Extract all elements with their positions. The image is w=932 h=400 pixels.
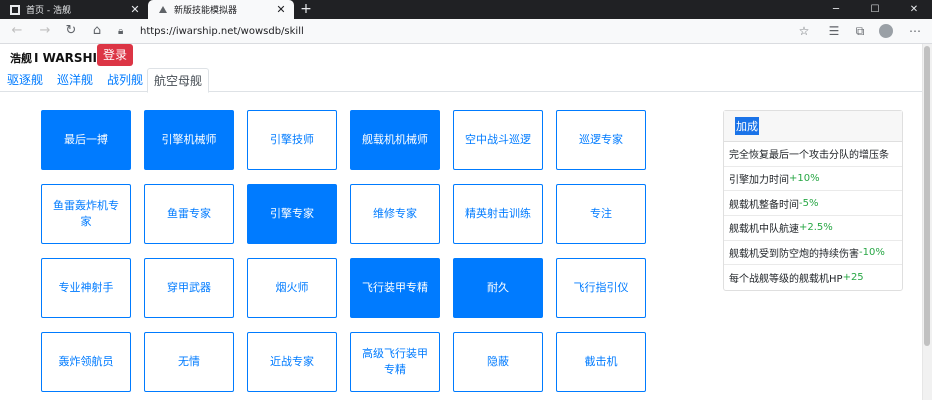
bonus-text: 每个战舰等级的舰载机HP bbox=[729, 274, 843, 286]
bonus-text: 舰载机整备时间 bbox=[729, 199, 799, 211]
site-favicon-icon bbox=[10, 4, 20, 15]
skill-button[interactable]: 高级飞行装甲专精 bbox=[350, 332, 440, 392]
bonus-text: 完全恢复最后一个攻击分队的增压条 bbox=[729, 150, 889, 162]
skill-button[interactable]: 鱼雷专家 bbox=[144, 184, 234, 244]
close-window-icon[interactable]: ✕ bbox=[900, 0, 928, 19]
favorite-star-icon[interactable]: ☆ bbox=[795, 22, 813, 40]
browser-tab-strip: 首页 - 浩舰 ✕ 新版技能模拟器 ✕ + ─ ☐ ✕ bbox=[0, 0, 932, 19]
reload-icon[interactable]: ↻ bbox=[62, 22, 80, 40]
minimize-icon[interactable]: ─ bbox=[822, 0, 850, 19]
login-button[interactable]: 登录 bbox=[97, 44, 133, 66]
skill-button[interactable]: 维修专家 bbox=[350, 184, 440, 244]
skill-button[interactable]: 引擎专家 bbox=[247, 184, 337, 244]
back-arrow-icon[interactable]: ← bbox=[8, 22, 26, 40]
skill-button[interactable]: 穿甲武器 bbox=[144, 258, 234, 318]
skill-button[interactable]: 飞行指引仪 bbox=[556, 258, 646, 318]
tab-destroyer[interactable]: 驱逐舰 bbox=[0, 68, 50, 92]
bonus-item: 舰载机整备时间 -5% bbox=[724, 191, 902, 217]
address-bar[interactable]: 🔒︎ https://iwarship.net/wowsdb/skill bbox=[112, 22, 820, 41]
browser-tab-title: 首页 - 浩舰 bbox=[26, 6, 71, 16]
bonus-item: 舰载机受到防空炮的持续伤害 -10% bbox=[724, 241, 902, 266]
home-icon[interactable]: ⌂ bbox=[88, 22, 106, 40]
bonus-item: 每个战舰等级的舰载机HP +25 bbox=[724, 265, 902, 290]
bonus-value: -5% bbox=[799, 197, 819, 209]
skill-button[interactable]: 轰炸领航员 bbox=[41, 332, 131, 392]
site-logo[interactable]: 浩舰 I WARSHIP bbox=[10, 50, 106, 66]
brand-mark: 浩舰 bbox=[10, 52, 32, 65]
skill-button[interactable]: 引擎技师 bbox=[247, 110, 337, 170]
skill-button[interactable]: 精英射击训练 bbox=[453, 184, 543, 244]
skill-button[interactable]: 引擎机械师 bbox=[144, 110, 234, 170]
lock-icon: 🔒︎ bbox=[118, 26, 124, 37]
bonus-text: 舰载机受到防空炮的持续伤害 bbox=[729, 249, 859, 261]
skill-button[interactable]: 无情 bbox=[144, 332, 234, 392]
skill-button[interactable]: 专注 bbox=[556, 184, 646, 244]
skill-button[interactable]: 飞行装甲专精 bbox=[350, 258, 440, 318]
favorites-list-icon[interactable]: ☰ bbox=[825, 22, 843, 40]
bonus-text: 引擎加力时间 bbox=[729, 175, 789, 187]
bonus-text: 舰载机中队航速 bbox=[729, 224, 799, 236]
bonus-value: +2.5% bbox=[799, 222, 833, 234]
tab-carrier[interactable]: 航空母舰 bbox=[147, 68, 209, 93]
skill-button[interactable]: 专业神射手 bbox=[41, 258, 131, 318]
browser-tab-title: 新版技能模拟器 bbox=[174, 6, 238, 16]
browser-tab-skill[interactable]: 新版技能模拟器 ✕ bbox=[148, 0, 294, 19]
page-content: 浩舰 I WARSHIP 登录 驱逐舰 巡洋舰 战列舰 航空母舰 最后一搏 引擎机… bbox=[0, 44, 922, 400]
bonus-panel: 加成 完全恢复最后一个攻击分队的增压条 引擎加力时间 +10% 舰载机整备时间 -5% 舰… bbox=[723, 110, 903, 291]
bonus-panel-title: 加成 bbox=[735, 117, 759, 135]
profile-avatar[interactable] bbox=[879, 24, 893, 38]
skill-button[interactable]: 空中战斗巡逻 bbox=[453, 110, 543, 170]
skill-button[interactable]: 最后一搏 bbox=[41, 110, 131, 170]
bonus-item: 舰载机中队航速 +2.5% bbox=[724, 216, 902, 241]
skill-button[interactable]: 鱼雷轰炸机专家 bbox=[41, 184, 131, 244]
forward-arrow-icon[interactable]: → bbox=[36, 22, 54, 40]
new-tab-icon[interactable]: + bbox=[298, 0, 314, 19]
brand-text: I WARSHIP bbox=[34, 51, 106, 65]
bonus-value: +25 bbox=[842, 272, 864, 284]
bonus-item: 引擎加力时间 +10% bbox=[724, 167, 902, 192]
skill-button[interactable]: 舰载机机械师 bbox=[350, 110, 440, 170]
more-menu-icon[interactable]: ⋯ bbox=[906, 22, 924, 40]
browser-toolbar: ← → ↻ ⌂ 🔒︎ https://iwarship.net/wowsdb/s… bbox=[0, 19, 932, 44]
bonus-item: 完全恢复最后一个攻击分队的增压条 bbox=[724, 142, 902, 167]
bonus-panel-header: 加成 bbox=[724, 111, 902, 142]
skill-button[interactable]: 耐久 bbox=[453, 258, 543, 318]
close-tab-icon[interactable]: ✕ bbox=[274, 3, 288, 16]
bonus-value: +10% bbox=[789, 173, 820, 185]
browser-tab-home[interactable]: 首页 - 浩舰 ✕ bbox=[0, 0, 148, 19]
collections-icon[interactable]: ⧉ bbox=[851, 22, 869, 40]
bonus-list: 完全恢复最后一个攻击分队的增压条 引擎加力时间 +10% 舰载机整备时间 -5% 舰载机中… bbox=[724, 142, 902, 290]
address-url: https://iwarship.net/wowsdb/skill bbox=[140, 26, 304, 37]
maximize-icon[interactable]: ☐ bbox=[861, 0, 889, 19]
ship-type-tabs: 驱逐舰 巡洋舰 战列舰 航空母舰 bbox=[0, 68, 922, 93]
tab-battleship[interactable]: 战列舰 bbox=[100, 68, 150, 92]
close-tab-icon[interactable]: ✕ bbox=[128, 3, 142, 16]
bonus-value: -10% bbox=[859, 247, 885, 259]
skill-button[interactable]: 巡逻专家 bbox=[556, 110, 646, 170]
skill-button[interactable]: 烟火师 bbox=[247, 258, 337, 318]
site-favicon-icon bbox=[158, 5, 168, 15]
tab-cruiser[interactable]: 巡洋舰 bbox=[50, 68, 100, 92]
skill-button[interactable]: 隐蔽 bbox=[453, 332, 543, 392]
scrollbar-thumb[interactable] bbox=[924, 46, 930, 346]
skill-button[interactable]: 近战专家 bbox=[247, 332, 337, 392]
skill-button[interactable]: 截击机 bbox=[556, 332, 646, 392]
